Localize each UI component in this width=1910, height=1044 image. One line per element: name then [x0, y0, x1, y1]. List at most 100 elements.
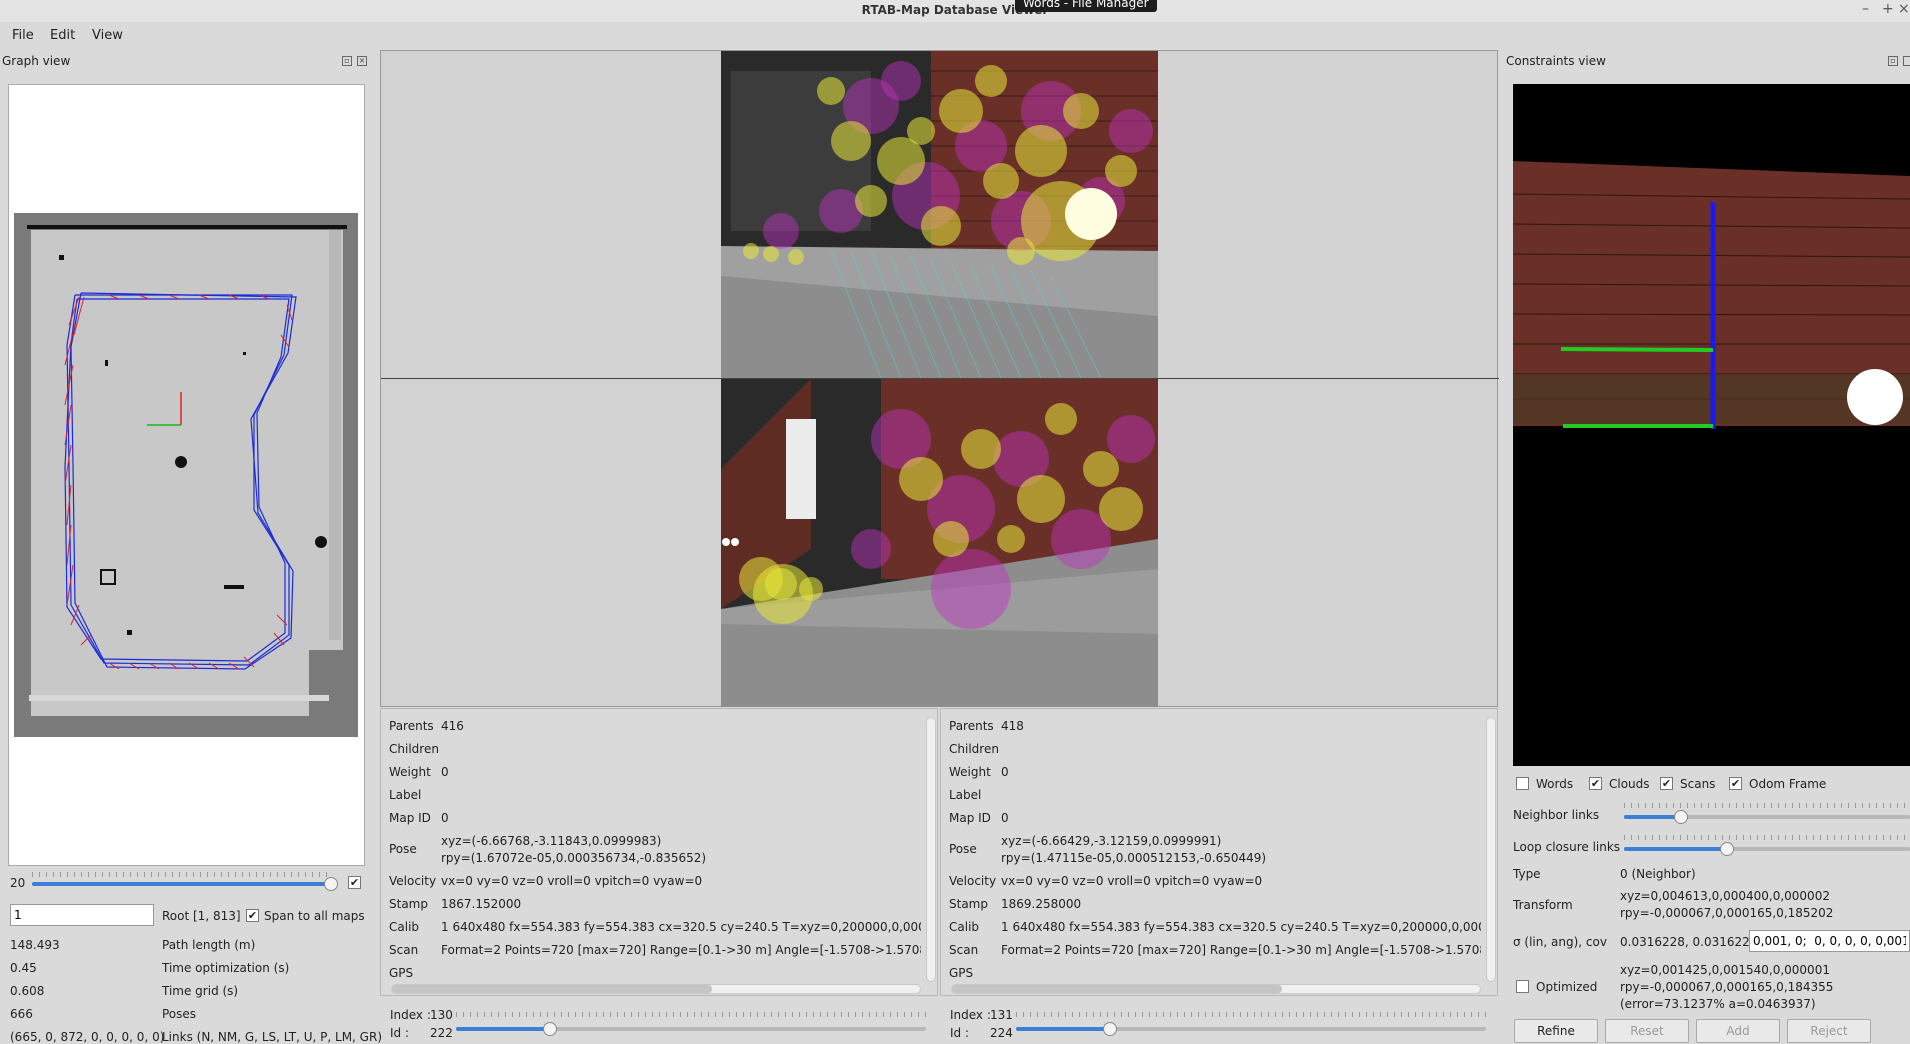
title-bar: RTAB-Map Database Viewer Words - File Ma… — [0, 0, 1910, 22]
graph-slider-handle[interactable] — [324, 877, 338, 891]
node-a-slider-track[interactable] — [456, 1027, 926, 1031]
info-label: Weight — [389, 765, 431, 779]
span-checkbox[interactable]: ✔ — [246, 909, 259, 922]
node-b-id-label: Id : — [950, 1026, 970, 1040]
sigma-label: σ (lin, ang), cov — [1513, 935, 1607, 949]
loop-slider-fill — [1624, 847, 1727, 851]
reset-button[interactable]: Reset — [1605, 1019, 1689, 1043]
info-value: 1 640x480 fx=554.383 fy=554.383 cx=320.5… — [441, 920, 921, 934]
pose-label: Pose — [389, 842, 417, 856]
info-label: Parents — [389, 719, 434, 733]
transform-rpy: rpy=-0,000067,0,000165,0,185202 — [1620, 906, 1834, 920]
optimized-xyz: xyz=0,001425,0,001540,0,000001 — [1620, 963, 1830, 977]
node-b-info-panel[interactable]: Parents 418 Children Weight 0 Label Map ID 0 Pos… — [940, 708, 1498, 996]
menu-file[interactable]: File — [12, 28, 34, 43]
menu-edit[interactable]: Edit — [50, 28, 75, 43]
menu-view[interactable]: View — [92, 28, 123, 43]
clouds-checkbox[interactable]: ✔ — [1589, 777, 1602, 790]
maximize-button[interactable]: + — [1882, 1, 1894, 17]
optimized-label: Optimized — [1536, 980, 1598, 994]
info-label: Scan — [949, 943, 979, 957]
stat-value: 0.45 — [10, 961, 37, 975]
info-value: 0 — [441, 765, 449, 779]
transform-xyz: xyz=0,004613,0,000400,0,000002 — [1620, 889, 1830, 903]
info-value: Format=2 Points=720 [max=720] Range=[0.1… — [1001, 943, 1481, 957]
info-value: 1869.258000 — [1001, 897, 1082, 911]
graph-map — [14, 213, 358, 737]
info-label: Calib — [949, 920, 980, 934]
graph-slider-checkbox[interactable]: ✔ — [348, 876, 361, 889]
node-b-hscrollbar[interactable] — [951, 984, 1481, 994]
info-value: 418 — [1001, 719, 1024, 733]
dock-close-icon[interactable]: × — [357, 56, 367, 66]
stat-label: Time grid (s) — [162, 984, 239, 998]
node-b-vscrollbar[interactable] — [1486, 717, 1496, 982]
minimize-button[interactable]: – — [1862, 1, 1869, 17]
node-b-index-label: Index : — [950, 1008, 991, 1022]
root-spinbox[interactable] — [10, 904, 154, 928]
neighbor-slider-track[interactable] — [1624, 815, 1910, 819]
info-label: Map ID — [949, 811, 991, 825]
graph-slider-track[interactable] — [32, 882, 332, 886]
node-b-slider-track[interactable] — [1016, 1027, 1486, 1031]
node-b-slider-handle[interactable] — [1103, 1022, 1117, 1036]
node-a-index-value: 130 — [430, 1008, 453, 1022]
stat-value: 148.493 — [10, 938, 60, 952]
neighbor-slider-handle[interactable] — [1674, 810, 1689, 824]
close-button[interactable]: × — [1898, 1, 1910, 17]
add-button[interactable]: Add — [1696, 1019, 1780, 1043]
sigma-value: 0.0316228, 0.0316228 — [1620, 935, 1758, 949]
optimized-error: (error=73.1237% a=0.0463937) — [1620, 997, 1816, 1011]
odom-frame-checkbox[interactable]: ✔ — [1729, 777, 1742, 790]
stat-label: Path length (m) — [162, 938, 256, 952]
stat-value: (665, 0, 872, 0, 0, 0, 0, 0) — [10, 1030, 165, 1044]
graph-canvas[interactable] — [8, 84, 365, 866]
info-value: Format=2 Points=720 [max=720] Range=[0.1… — [441, 943, 921, 957]
node-a-slider-ticks — [456, 1012, 926, 1017]
constraints-close-icon[interactable] — [1903, 56, 1910, 66]
root-spin-input[interactable] — [10, 904, 154, 926]
node-b-index-value: 131 — [990, 1008, 1013, 1022]
neighbor-slider-fill — [1624, 815, 1682, 819]
pose-label: Pose — [949, 842, 977, 856]
span-label: Span to all maps — [264, 909, 365, 923]
covariance-input[interactable] — [1749, 930, 1910, 952]
node-a-id-label: Id : — [390, 1026, 410, 1040]
graph-slider-ticks — [32, 872, 332, 877]
constraints-float-icon[interactable]: ▫ — [1888, 56, 1898, 66]
image-b — [721, 379, 1158, 707]
reject-button[interactable]: Reject — [1787, 1019, 1871, 1043]
loop-slider-track[interactable] — [1624, 847, 1910, 851]
info-label: Parents — [949, 719, 994, 733]
node-a-vscrollbar[interactable] — [926, 717, 936, 982]
loop-closure-links-label: Loop closure links — [1513, 840, 1621, 854]
transform-label: Transform — [1513, 898, 1573, 912]
info-label: Weight — [949, 765, 991, 779]
words-checkbox[interactable] — [1516, 777, 1529, 790]
node-a-info-panel[interactable]: Parents 416 Children Weight 0 Label Map ID 0 Pos… — [380, 708, 938, 996]
stat-value: 0.608 — [10, 984, 45, 998]
pose-xyz: xyz=(-6.66768,-3.11843,0.0999983) — [441, 834, 662, 848]
info-label: Label — [389, 788, 422, 802]
graph-view-title: Graph view — [2, 54, 71, 68]
constraints-3d-view[interactable] — [1513, 84, 1910, 766]
refine-button[interactable]: Refine — [1514, 1019, 1598, 1043]
scans-checkbox[interactable]: ✔ — [1660, 777, 1673, 790]
node-a-slider-handle[interactable] — [543, 1022, 557, 1036]
info-label: Velocity — [389, 874, 437, 888]
stat-label: Poses — [162, 1007, 197, 1021]
stat-label: Time optimization (s) — [162, 961, 290, 975]
taskbar-tooltip: Words - File Manager — [1015, 0, 1157, 12]
type-label: Type — [1513, 867, 1541, 881]
info-value: vx=0 vy=0 vz=0 vroll=0 vpitch=0 vyaw=0 — [1001, 874, 1263, 888]
optimized-rpy: rpy=-0,000067,0,000165,0,184355 — [1620, 980, 1834, 994]
dock-float-icon[interactable]: ▫ — [342, 56, 352, 66]
info-value: 1 640x480 fx=554.383 fy=554.383 cx=320.5… — [1001, 920, 1481, 934]
optimized-checkbox[interactable] — [1516, 980, 1529, 993]
info-value: 416 — [441, 719, 464, 733]
loop-slider-handle[interactable] — [1719, 842, 1734, 856]
info-label: Scan — [389, 943, 419, 957]
node-a-hscrollbar[interactable] — [391, 984, 921, 994]
menu-bar: File Edit View — [0, 24, 1910, 48]
node-a-index-label: Index : — [390, 1008, 431, 1022]
